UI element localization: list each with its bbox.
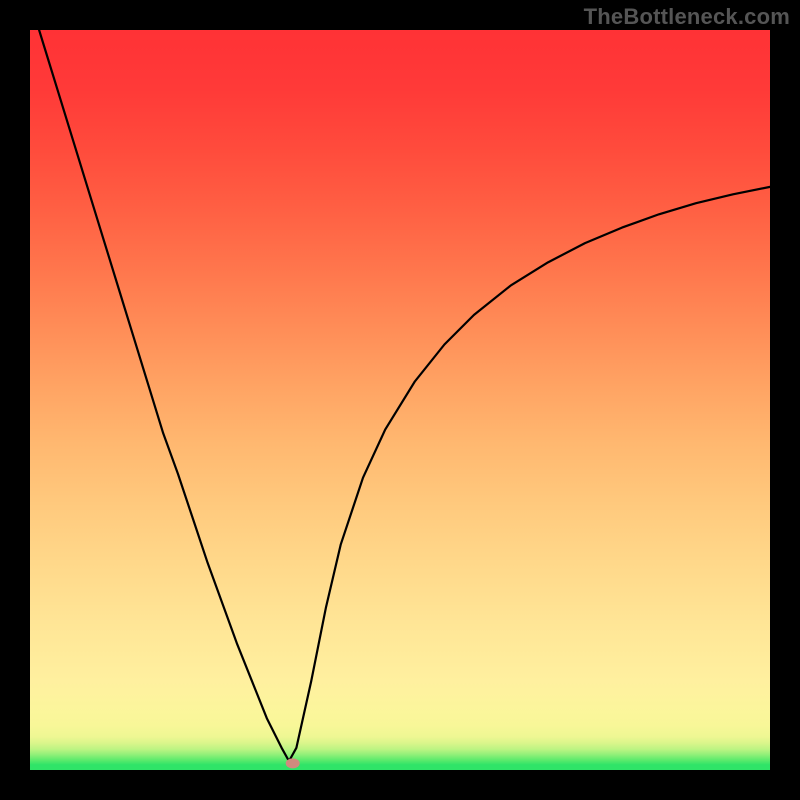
bottleneck-curve bbox=[30, 0, 770, 761]
optimum-marker bbox=[286, 758, 300, 768]
watermark-text: TheBottleneck.com bbox=[584, 4, 790, 30]
chart-svg bbox=[30, 30, 770, 770]
chart-frame: TheBottleneck.com bbox=[0, 0, 800, 800]
plot-area bbox=[30, 30, 770, 770]
